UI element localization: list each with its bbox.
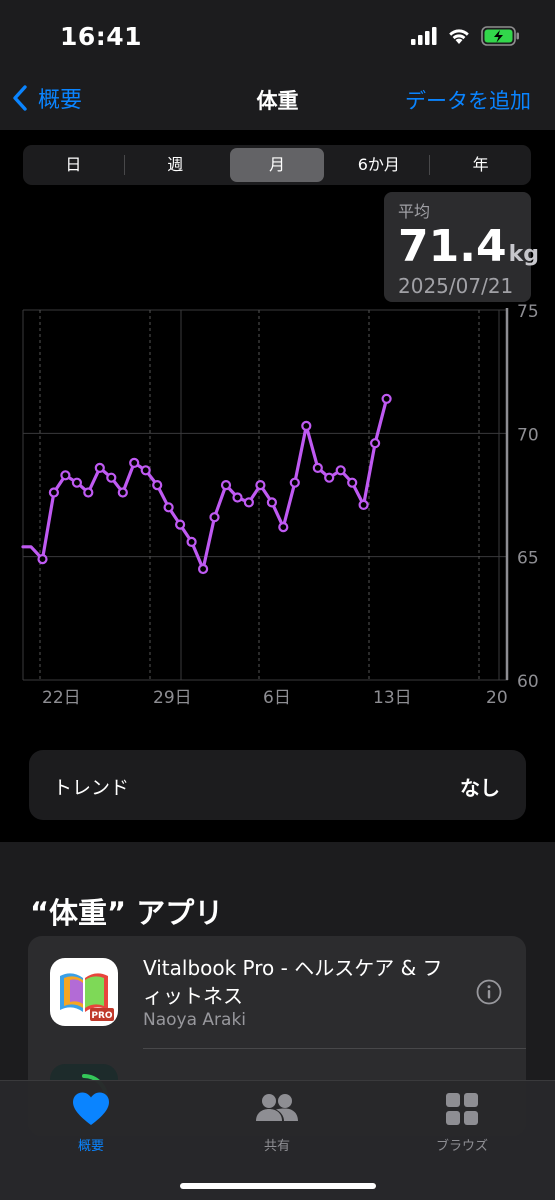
data-point [94,462,105,473]
data-point [198,563,209,575]
data-point [358,499,369,510]
segment-year[interactable]: 年 [430,145,531,185]
trend-row[interactable]: トレンド なし [29,750,526,820]
home-indicator [180,1183,376,1189]
data-point [312,462,323,473]
data-point [48,487,60,498]
data-point [370,438,381,449]
data-point [381,393,392,404]
tab-bar: 概要 共有 ブラウズ [0,1080,555,1200]
tab-label: 概要 [77,1139,104,1154]
y-tick-label: 60 [517,672,539,692]
y-tick-label: 70 [517,425,539,445]
data-point [209,512,220,523]
x-tick-label: 6日 [263,688,291,708]
add-data-button[interactable]: データを追加 [405,85,531,115]
data-point [175,519,186,530]
app-name: Vitalbook Pro - ヘルスケア & フィットネス [143,956,443,1008]
status-icons [411,26,521,46]
average-summary-card: 平均 71.4 kg 2025/07/21 [384,192,539,302]
divider [143,1048,526,1049]
app-developer: Naoya Araki [143,1010,247,1030]
cellular-signal-icon [411,27,437,45]
weight-line-chart[interactable]: 75 70 65 60 22日 29日 6日 13日 20 [0,290,555,710]
vitalbook-app-icon: PRO [50,958,118,1026]
wifi-icon [449,29,469,44]
x-tick-label: 22日 [42,688,81,708]
segment-day[interactable]: 日 [23,145,124,185]
segment-label: 年 [472,155,489,174]
data-point [83,487,94,498]
data-point [289,477,300,488]
data-point [71,477,83,488]
data-point [117,487,128,498]
data-point [255,480,266,491]
segment-6-months[interactable]: 6か月 [328,145,429,185]
people-icon [256,1094,298,1121]
data-point [243,497,254,508]
data-point [152,480,163,491]
data-point [186,536,197,547]
average-label: 平均 [398,202,431,221]
data-point [278,522,289,533]
chart-area: 日 週 月 6か月 年 平均 71.4 kg 2025/07/21 75 70 65… [0,130,555,842]
chevron-left-icon [13,85,27,111]
segment-month[interactable]: 月 [227,145,328,185]
tab-browse[interactable]: ブラウズ [402,1091,522,1154]
segment-week[interactable]: 週 [125,145,226,185]
x-tick-label: 29日 [153,688,192,708]
data-point [266,497,277,508]
data-point [324,472,335,483]
data-point [106,472,117,483]
data-point [347,477,358,488]
data-point [140,465,151,476]
average-value: 71.4 [398,221,507,272]
pro-badge-text: PRO [91,1011,113,1021]
y-tick-label: 65 [517,549,539,569]
x-tick-label: 20 [486,688,508,708]
app-list-item[interactable]: PRO Vitalbook Pro - ヘルスケア & フィットネス Naoya… [28,936,526,1048]
status-time: 16:41 [60,22,143,51]
heart-icon [73,1092,109,1125]
trend-label: トレンド [53,777,130,799]
battery-charging-icon [481,26,519,46]
data-point [60,470,71,481]
tab-label: ブラウズ [435,1139,488,1154]
data-point [220,480,232,491]
y-tick-label: 75 [517,302,539,322]
data-point [301,420,312,431]
x-tick-label: 13日 [373,688,412,708]
trend-value: なし [460,776,500,800]
info-icon[interactable] [476,979,502,1005]
navigation-bar: 概要 体重 データを追加 [0,72,555,130]
segment-label: 日 [65,155,82,174]
data-point [37,554,48,565]
segment-label: 月 [268,155,285,174]
segment-label: 6か月 [357,155,400,174]
segment-label: 週 [167,155,184,174]
average-unit: kg [508,242,539,267]
status-bar: 16:41 [0,0,555,72]
back-label: 概要 [38,88,83,113]
back-button[interactable]: 概要 [12,82,82,114]
apps-section-title: “体重” アプリ [30,896,224,930]
average-value-row: 71.4 kg [398,221,539,272]
data-point [163,502,174,513]
data-point [335,465,346,476]
tab-summary[interactable]: 概要 [31,1091,151,1154]
tab-sharing[interactable]: 共有 [217,1091,337,1154]
grid-icon [446,1093,478,1125]
tab-label: 共有 [263,1139,290,1154]
data-point [232,492,243,503]
time-range-segmented-control: 日 週 月 6か月 年 [23,145,531,185]
data-point [129,457,140,468]
